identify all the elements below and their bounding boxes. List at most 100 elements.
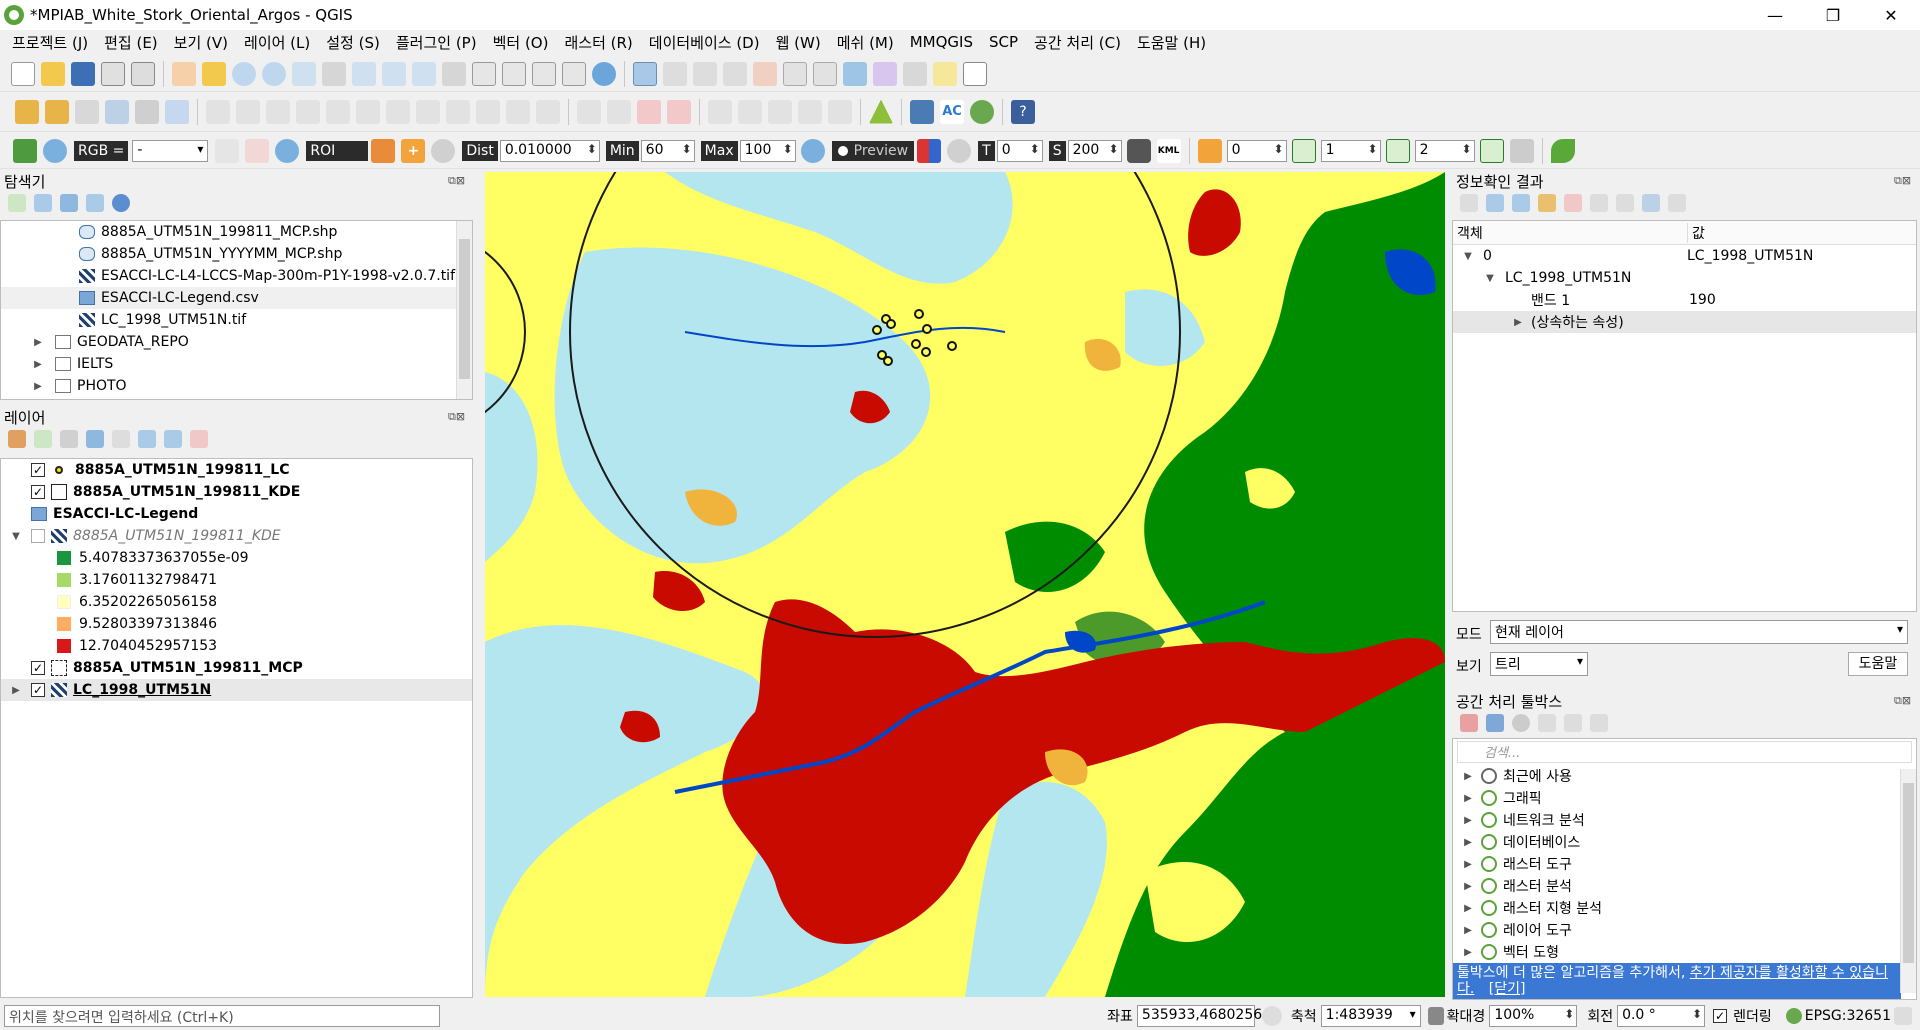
menu-vector[interactable]: 벡터 (O) bbox=[493, 32, 549, 53]
remove-temp-icon[interactable] bbox=[1126, 138, 1151, 163]
view-select[interactable]: 트리 bbox=[1490, 652, 1588, 676]
temporal-icon[interactable] bbox=[502, 61, 526, 86]
coord-field[interactable]: 535933,4680256 bbox=[1136, 1004, 1262, 1027]
rotate-label-icon[interactable] bbox=[738, 99, 762, 124]
expand-arrow-icon[interactable]: ▶ bbox=[1461, 837, 1475, 848]
layers-panel-controls[interactable]: ⧉⊠ bbox=[448, 410, 465, 424]
expand-arrow-icon[interactable]: ▶ bbox=[1461, 925, 1475, 936]
expand-arrow-icon[interactable]: ▶ bbox=[1461, 859, 1475, 870]
bookmark-icon[interactable] bbox=[532, 61, 556, 86]
layer-checkbox[interactable]: ✓ bbox=[31, 485, 45, 499]
python-console-icon[interactable] bbox=[910, 99, 934, 124]
toolbox-item[interactable]: ▶ 벡터 도형 bbox=[1453, 941, 1916, 963]
save-edits-icon[interactable] bbox=[266, 99, 290, 124]
crs-label[interactable]: EPSG:32651 bbox=[1805, 1008, 1891, 1024]
zoom-next-icon[interactable] bbox=[442, 61, 466, 86]
scp-leaf-icon[interactable] bbox=[1550, 138, 1575, 163]
new-virtual-layer-icon[interactable] bbox=[165, 99, 189, 124]
identify-icon[interactable] bbox=[633, 61, 657, 86]
close-notice-link[interactable]: [닫기] bbox=[1489, 981, 1526, 997]
models-icon[interactable] bbox=[1460, 714, 1478, 732]
manage-themes-icon[interactable] bbox=[60, 430, 78, 448]
expand-arrow-icon[interactable]: ▶ bbox=[1461, 793, 1475, 804]
toolbox-item[interactable]: ▶ 래스터 지형 분석 bbox=[1453, 897, 1916, 919]
browser-item[interactable]: ESACCI-LC-Legend.csv bbox=[1, 287, 472, 309]
pin-labels-icon[interactable] bbox=[607, 99, 631, 124]
expand-arrow-icon[interactable]: ▶ bbox=[31, 337, 45, 348]
collapse-all-icon[interactable] bbox=[86, 194, 104, 212]
render-checkbox[interactable]: ✓ bbox=[1713, 1008, 1728, 1023]
change-label-icon[interactable] bbox=[768, 99, 792, 124]
menu-mmqgis[interactable]: MMQGIS bbox=[910, 33, 973, 51]
save-project-icon[interactable] bbox=[71, 61, 95, 86]
browser-item[interactable]: 8885A_UTM51N_YYYYMM_MCP.shp bbox=[1, 243, 472, 265]
history-icon[interactable] bbox=[1512, 714, 1530, 732]
identify-select-icon[interactable] bbox=[1642, 194, 1660, 212]
data-source-manager-icon[interactable] bbox=[15, 99, 39, 124]
min-input[interactable]: 60 bbox=[640, 139, 695, 162]
spin-1[interactable]: 1 bbox=[1320, 139, 1381, 162]
toolbox-scrollbar[interactable] bbox=[1900, 769, 1916, 993]
expand-arrow-icon[interactable]: ▶ bbox=[1461, 771, 1475, 782]
maximize-button[interactable]: ❐ bbox=[1804, 0, 1862, 30]
actions-icon[interactable] bbox=[663, 61, 687, 86]
layer-checkbox[interactable] bbox=[31, 529, 45, 543]
ac-plugin-icon[interactable]: AC bbox=[940, 99, 964, 124]
layer-item[interactable]: ✓ 8885A_UTM51N_199811_KDE bbox=[1, 481, 472, 503]
add-layer-icon[interactable] bbox=[8, 194, 26, 212]
current-edits-icon[interactable] bbox=[236, 99, 260, 124]
identify-row[interactable]: ▶ (상속하는 속성) bbox=[1453, 311, 1916, 333]
identify-expand-icon[interactable] bbox=[1460, 194, 1478, 212]
menu-raster[interactable]: 래스터 (R) bbox=[564, 32, 632, 53]
browser-folder[interactable]: ▶ GEODATA_REPO bbox=[1, 331, 472, 353]
collapse-arrow-icon[interactable]: ▼ bbox=[1483, 273, 1497, 284]
copy-icon[interactable] bbox=[446, 99, 470, 124]
new-project-icon[interactable] bbox=[11, 61, 35, 86]
toolbox-search-input[interactable]: 검색... bbox=[1457, 741, 1912, 763]
roi-label[interactable]: ROI bbox=[306, 140, 369, 161]
toolbox-panel-controls[interactable]: ⧉⊠ bbox=[1894, 694, 1911, 708]
menu-help[interactable]: 도움말 (H) bbox=[1137, 32, 1206, 53]
browser-scrollbar[interactable] bbox=[456, 221, 472, 399]
close-button[interactable]: ✕ bbox=[1862, 0, 1920, 30]
browser-folder[interactable]: ▶ IELTS bbox=[1, 353, 472, 375]
map-tips-icon[interactable] bbox=[933, 61, 957, 86]
new-spatialite-icon[interactable] bbox=[105, 99, 129, 124]
collapse-arrow-icon[interactable]: ▼ bbox=[1461, 251, 1475, 262]
processing-toolbox-icon[interactable] bbox=[843, 61, 867, 86]
table-grid-icon[interactable] bbox=[1509, 138, 1534, 163]
remove-layer-icon[interactable] bbox=[190, 430, 208, 448]
t-input[interactable]: 0 bbox=[996, 139, 1043, 162]
preview-zoom-icon[interactable] bbox=[800, 138, 825, 163]
help-icon[interactable]: ? bbox=[1011, 99, 1035, 124]
menu-database[interactable]: 데이터베이스 (D) bbox=[649, 32, 760, 53]
collapse-all-layers-icon[interactable] bbox=[164, 430, 182, 448]
expand-all-icon[interactable] bbox=[138, 430, 156, 448]
vertex-tool-icon[interactable] bbox=[326, 99, 350, 124]
identify-settings-icon[interactable] bbox=[1668, 194, 1686, 212]
globe-plugin-icon[interactable] bbox=[970, 99, 994, 124]
browser-folder[interactable]: ▶ PHOTO bbox=[1, 375, 472, 397]
toolbox-item[interactable]: ▶ 래스터 분석 bbox=[1453, 875, 1916, 897]
zoom-in-icon[interactable] bbox=[232, 61, 256, 86]
results-viewer-icon[interactable] bbox=[1538, 714, 1556, 732]
refresh-icon[interactable] bbox=[592, 61, 616, 86]
toolbox-item[interactable]: ▶ 네트워크 분석 bbox=[1453, 809, 1916, 831]
map-canvas[interactable] bbox=[485, 172, 1445, 997]
layer-checkbox[interactable]: ✓ bbox=[31, 463, 45, 477]
attribute-table-icon[interactable] bbox=[783, 61, 807, 86]
digitize-icon[interactable] bbox=[296, 99, 320, 124]
menu-view[interactable]: 보기 (V) bbox=[174, 32, 228, 53]
rotation-input[interactable]: 0.0 ° bbox=[1617, 1004, 1706, 1027]
select-by-value-icon[interactable] bbox=[723, 61, 747, 86]
scripts-icon[interactable] bbox=[1486, 714, 1504, 732]
max-input[interactable]: 100 bbox=[739, 139, 796, 162]
move-label-icon[interactable] bbox=[708, 99, 732, 124]
s-input[interactable]: 200 bbox=[1067, 139, 1122, 162]
toolbox-item[interactable]: ▶ 데이터베이스 bbox=[1453, 831, 1916, 853]
paste-icon[interactable] bbox=[476, 99, 500, 124]
label-tool-icon[interactable] bbox=[577, 99, 601, 124]
identify-row[interactable]: ▼ 0 LC_1998_UTM51N bbox=[1453, 245, 1916, 267]
filter-legend-icon[interactable] bbox=[112, 430, 130, 448]
print-layout-icon[interactable] bbox=[131, 61, 155, 86]
